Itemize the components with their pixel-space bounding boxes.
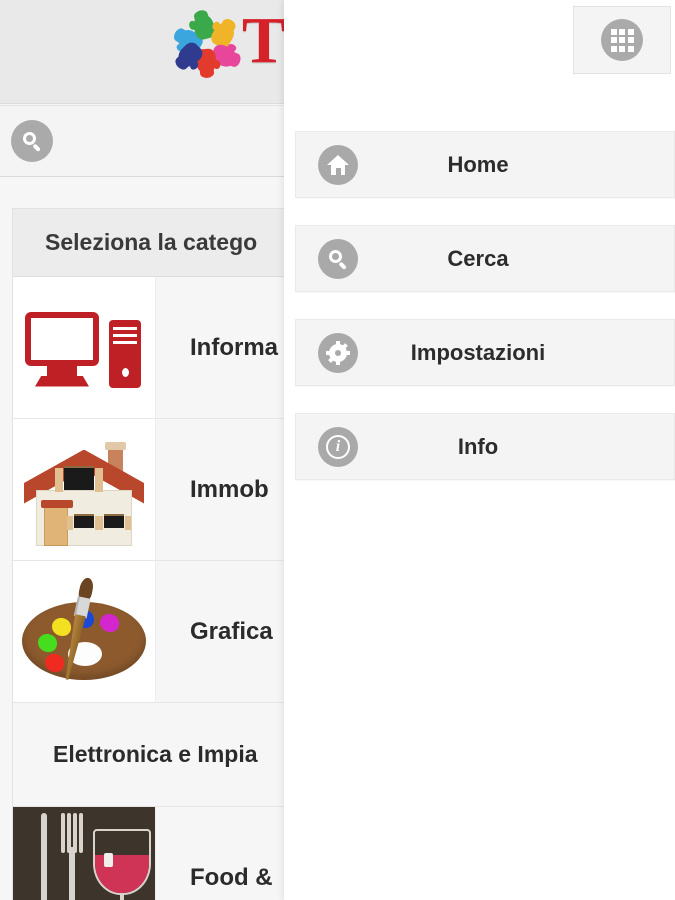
menu-item-cerca[interactable]: Cerca: [295, 225, 675, 292]
app-background-panel: T Seleziona la catego Informa Immob Graf…: [0, 0, 284, 900]
menu-item-impostazioni[interactable]: Impostazioni: [295, 319, 675, 386]
menu-item-label: Impostazioni: [410, 339, 546, 365]
category-row-informatica[interactable]: Informa: [13, 277, 284, 419]
apps-grid-icon: [601, 19, 643, 61]
house-icon: [13, 419, 156, 560]
search-icon: [318, 238, 358, 279]
category-label: Grafica: [190, 617, 273, 645]
category-label: Food &: [190, 864, 273, 891]
slide-out-menu-panel: Home Cerca Impostazioni i Info: [284, 0, 675, 900]
category-row-elettronica[interactable]: Elettronica e Impia: [13, 703, 284, 807]
apps-grid-button[interactable]: [573, 6, 671, 74]
menu-list: Home Cerca Impostazioni i Info: [295, 131, 675, 507]
app-logo: T: [174, 4, 284, 77]
category-label: Informa: [190, 333, 279, 361]
computer-icon: [13, 277, 156, 418]
category-list: Seleziona la catego Informa Immob Grafic…: [12, 208, 284, 900]
logo-letter: T: [242, 4, 284, 77]
category-list-header: Seleziona la catego: [13, 209, 284, 277]
category-row-food[interactable]: Food &: [13, 807, 284, 900]
home-icon: [318, 144, 358, 185]
colored-hands-circle-logo: [174, 12, 239, 74]
category-label: Elettronica e Impia: [53, 741, 258, 767]
menu-item-info[interactable]: i Info: [295, 413, 675, 480]
category-row-grafica[interactable]: Grafica: [13, 561, 284, 703]
search-input[interactable]: [53, 132, 284, 150]
menu-item-label: Home: [447, 151, 509, 177]
gear-icon: [318, 332, 358, 373]
category-row-immobiliare[interactable]: Immob: [13, 419, 284, 561]
palette-icon: [13, 561, 156, 702]
search-bar[interactable]: [0, 105, 284, 177]
menu-item-label: Info: [457, 433, 499, 459]
search-icon[interactable]: [11, 120, 53, 162]
menu-item-label: Cerca: [447, 245, 509, 271]
food-drink-icon: [13, 807, 156, 900]
app-header: T: [0, 0, 284, 104]
category-label: Immob: [190, 475, 269, 503]
info-icon: i: [318, 426, 358, 467]
menu-item-home[interactable]: Home: [295, 131, 675, 198]
